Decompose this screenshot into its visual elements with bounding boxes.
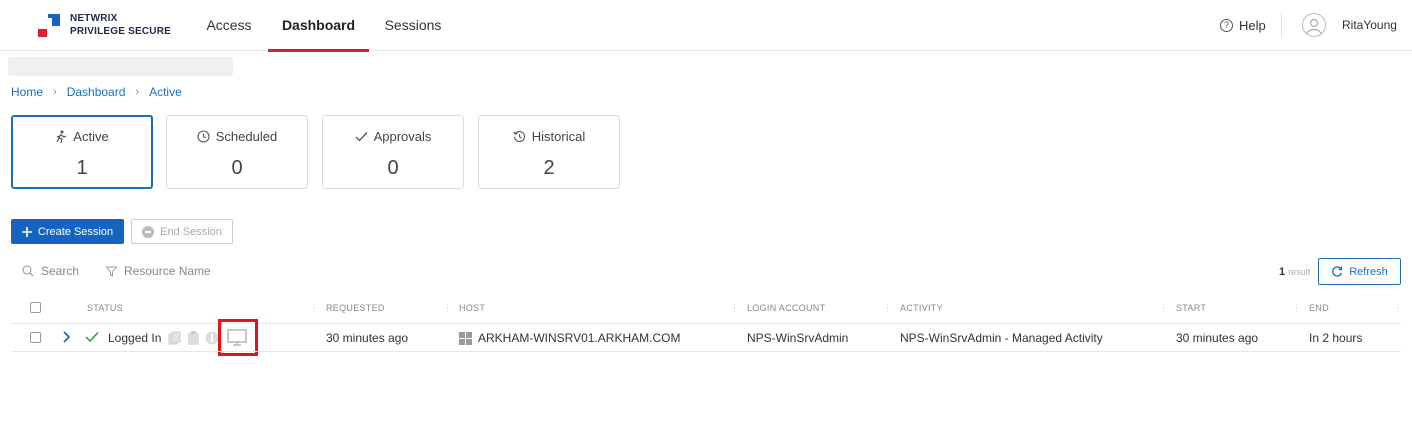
card-historical-value: 2 — [543, 157, 555, 179]
history-icon — [513, 131, 525, 143]
card-approvals-label-row: Approvals — [323, 129, 463, 144]
clipboard-icon[interactable] — [187, 331, 200, 345]
breadcrumb: Home › Dashboard › Active — [11, 85, 182, 99]
end-session-label: End Session — [160, 225, 222, 238]
card-scheduled-value: 0 — [231, 157, 243, 179]
card-approvals[interactable]: Approvals 0 — [322, 115, 464, 189]
results-number: 1 — [1279, 266, 1286, 278]
tab-dashboard[interactable]: Dashboard — [268, 0, 369, 52]
tab-access[interactable]: Access — [199, 0, 259, 51]
column-separator[interactable]: ⋮ — [730, 303, 739, 313]
row-login-account: NPS-WinSrvAdmin — [747, 331, 849, 345]
card-historical[interactable]: Historical 2 — [478, 115, 620, 189]
netwrix-logo-mark-icon — [38, 14, 60, 37]
card-historical-label-row: Historical — [479, 129, 619, 144]
refresh-label: Refresh — [1349, 265, 1388, 278]
logo-text: NETWRIX PRIVILEGE SECURE — [70, 12, 171, 38]
header-status[interactable]: STATUS — [87, 303, 123, 313]
header-host[interactable]: HOST — [459, 303, 485, 313]
chevron-right-icon[interactable] — [62, 330, 72, 344]
search-label: Search — [41, 264, 80, 278]
create-session-label: Create Session — [37, 225, 114, 238]
stop-circle-icon[interactable] — [205, 331, 219, 345]
results-count: 1 result — [1279, 266, 1310, 278]
create-session-button[interactable]: Create Session — [11, 219, 124, 244]
results-label: result — [1288, 267, 1311, 277]
column-separator[interactable]: ⋮ — [883, 303, 892, 313]
checkmark-icon — [85, 331, 99, 343]
running-person-icon — [56, 130, 67, 143]
table-row-divider — [11, 351, 1401, 352]
user-avatar-icon[interactable] — [1302, 13, 1326, 37]
search-icon — [22, 265, 34, 277]
card-approvals-value: 0 — [387, 157, 399, 179]
row-start: 30 minutes ago — [1176, 331, 1259, 345]
breadcrumb-active[interactable]: Active — [149, 85, 182, 99]
row-requested: 30 minutes ago — [326, 331, 409, 345]
card-scheduled-label: Scheduled — [215, 129, 278, 144]
row-activity: NPS-WinSrvAdmin - Managed Activity — [900, 331, 1103, 345]
clock-icon — [197, 130, 210, 143]
checkmark-icon — [355, 132, 368, 142]
search-filter[interactable]: Search — [22, 264, 79, 278]
header-start[interactable]: START — [1176, 303, 1206, 313]
logo-line-2: PRIVILEGE SECURE — [70, 26, 171, 37]
help-label: Help — [1239, 18, 1266, 33]
card-historical-label: Historical — [531, 129, 586, 144]
resource-name-filter[interactable]: Resource Name — [106, 264, 211, 278]
minus-circle-icon — [142, 225, 155, 238]
card-active-value: 1 — [76, 157, 88, 179]
windows-icon — [459, 332, 472, 345]
resource-name-label: Resource Name — [124, 264, 211, 278]
breadcrumb-dashboard[interactable]: Dashboard — [67, 85, 126, 99]
monitor-session-icon[interactable] — [227, 329, 247, 346]
refresh-icon — [1332, 265, 1343, 277]
column-separator[interactable]: ⋮ — [310, 303, 319, 313]
header-divider — [1281, 13, 1282, 37]
question-icon: ? — [1220, 19, 1233, 32]
chevron-right-icon: › — [53, 86, 57, 98]
header-login-account[interactable]: LOGIN ACCOUNT — [747, 303, 825, 313]
plus-icon — [21, 226, 32, 237]
blurred-banner — [8, 57, 233, 76]
row-status: Logged In — [108, 331, 162, 345]
chevron-right-icon: › — [135, 86, 140, 98]
column-separator[interactable]: ⋮ — [1393, 303, 1402, 313]
username[interactable]: RitaYoung — [1342, 18, 1397, 32]
logo-line-1: NETWRIX — [70, 13, 118, 24]
column-separator[interactable]: ⋮ — [1159, 303, 1168, 313]
header-end[interactable]: END — [1309, 303, 1329, 313]
card-active-label-row: Active — [13, 129, 151, 144]
column-separator[interactable]: ⋮ — [443, 303, 452, 313]
copy-icon[interactable] — [168, 331, 182, 345]
end-session-button[interactable]: End Session — [131, 219, 233, 244]
row-checkbox[interactable] — [30, 332, 41, 343]
help-link[interactable]: ? Help — [1220, 18, 1266, 33]
filter-funnel-icon — [106, 266, 117, 277]
netwrix-logo[interactable]: NETWRIX PRIVILEGE SECURE — [38, 12, 178, 40]
card-approvals-label: Approvals — [373, 129, 432, 144]
card-active[interactable]: Active 1 — [11, 115, 153, 189]
card-scheduled-label-row: Scheduled — [167, 129, 307, 144]
refresh-button[interactable]: Refresh — [1318, 258, 1401, 285]
card-active-label: Active — [73, 129, 109, 144]
row-host: ARKHAM-WINSRV01.ARKHAM.COM — [478, 331, 681, 345]
breadcrumb-home[interactable]: Home — [11, 85, 43, 99]
row-end: In 2 hours — [1309, 331, 1363, 345]
top-navigation-bar: NETWRIX PRIVILEGE SECURE Access Dashboar… — [0, 0, 1412, 52]
card-scheduled[interactable]: Scheduled 0 — [166, 115, 308, 189]
column-separator[interactable]: ⋮ — [1292, 303, 1301, 313]
select-all-checkbox[interactable] — [30, 302, 41, 313]
header-requested[interactable]: REQUESTED — [326, 303, 385, 313]
header-activity[interactable]: ACTIVITY — [900, 303, 943, 313]
tab-sessions[interactable]: Sessions — [378, 0, 448, 51]
